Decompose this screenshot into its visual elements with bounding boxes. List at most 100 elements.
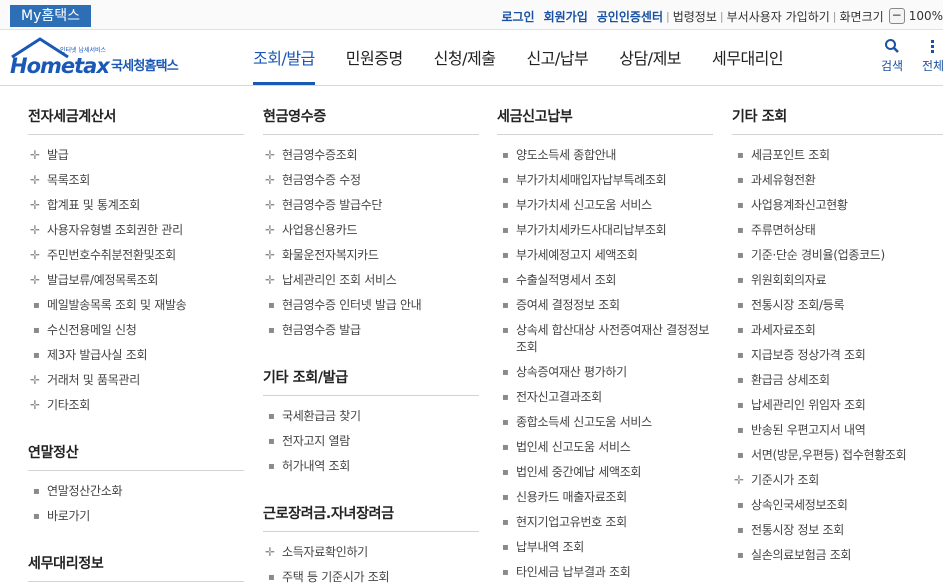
hometax-logo[interactable]: 인터넷 납세서비스 Hometax 국세청홈택스	[8, 35, 198, 79]
menu-item[interactable]: ▪ 현지기업고유번호 조회	[497, 510, 713, 535]
bullet-icon: ▪	[268, 461, 275, 472]
menu-item[interactable]: ▪ 부가가치세 신고도움 서비스	[497, 193, 713, 218]
menu-item[interactable]: ▪ 주택 등 기준시가 조회	[263, 565, 479, 583]
menu-item[interactable]: ▪ 위원회회의자료	[732, 268, 943, 293]
menu-item[interactable]: ✛ 현금영수증조회	[263, 143, 479, 168]
menu-section-title[interactable]: 기타 조회/발급	[263, 361, 479, 396]
menu-item[interactable]: ▪ 과세유형전환	[732, 168, 943, 193]
menu-item[interactable]: ▪ 증여세 결정정보 조회	[497, 293, 713, 318]
menu-item[interactable]: ▪ 전통시장 조회/등록	[732, 293, 943, 318]
menu-section-list: ✛ 발급 ✛ 목록조회 ✛ 합계표 및 통계조회 ✛ 사용자유형별 조회권한 관리 ✛ 주민번호수…	[28, 135, 244, 428]
menu-item[interactable]: ▪ 사업용계좌신고현황	[732, 193, 943, 218]
menu-item[interactable]: ▪ 현금영수증 발급	[263, 318, 479, 343]
myhome-button[interactable]: My홈택스	[10, 5, 91, 27]
nav-inquiry-issue[interactable]: 조회/발급	[253, 45, 315, 85]
menu-item[interactable]: ✛ 기타조회	[28, 393, 244, 418]
menu-item[interactable]: ✛ 사용자유형별 조회권한 관리	[28, 218, 244, 243]
bullet-icon: ▪	[33, 511, 40, 522]
menu-item[interactable]: ▪ 부가가치세카드사대리납부조회	[497, 218, 713, 243]
dept-user-signup-link[interactable]: 부서사용자 가입하기	[727, 8, 830, 25]
menu-item[interactable]: ▪ 타인세금 납부결과 조회	[497, 560, 713, 583]
menu-item[interactable]: ▪ 국세환급금 찾기	[263, 404, 479, 429]
menu-item[interactable]: ▪ 실손의료보험금 조회	[732, 543, 943, 568]
menu-item[interactable]: ▪ 현금영수증 인터넷 발급 안내	[263, 293, 479, 318]
menu-item[interactable]: ▪ 상속세 합산대상 사전증여재산 결정정보 조회	[497, 318, 713, 360]
menu-item[interactable]: ✛ 납세관리인 조회 서비스	[263, 268, 479, 293]
menu-item[interactable]: ✛ 목록조회	[28, 168, 244, 193]
menu-item[interactable]: ▪ 과세자료조회	[732, 318, 943, 343]
menu-item[interactable]: ▪ 세금포인트 조회	[732, 143, 943, 168]
menu-item[interactable]: ✛ 사업용신용카드	[263, 218, 479, 243]
menu-item[interactable]: ▪ 상속인국세정보조회	[732, 493, 943, 518]
search-label: 검색	[880, 59, 904, 73]
menu-item[interactable]: ▪ 법인세 중간예납 세액조회	[497, 460, 713, 485]
nav-tax-agent[interactable]: 세무대리인	[712, 45, 784, 75]
menu-item-label: 종합소득세 신고도움 서비스	[516, 415, 652, 429]
menu-item[interactable]: ▪ 환급금 상세조회	[732, 368, 943, 393]
nav-apply-submit[interactable]: 신청/제출	[434, 45, 496, 75]
menu-item[interactable]: ✛ 화물운전자복지카드	[263, 243, 479, 268]
menu-item[interactable]: ▪ 부가세예정고지 세액조회	[497, 243, 713, 268]
menu-item[interactable]: ▪ 종합소득세 신고도움 서비스	[497, 410, 713, 435]
menu-item[interactable]: ▪ 상속증여재산 평가하기	[497, 360, 713, 385]
menu-item[interactable]: ✛ 거래처 및 품목관리	[28, 368, 244, 393]
menu-item[interactable]: ▪ 지급보증 정상가격 조회	[732, 343, 943, 368]
menu-item[interactable]: ▪ 기준·단순 경비율(업종코드)	[732, 243, 943, 268]
menu-item[interactable]: ▪ 양도소득세 종합안내	[497, 143, 713, 168]
bullet-icon: ▪	[502, 417, 509, 428]
login-link[interactable]: 로그인	[501, 8, 534, 25]
cert-center-link[interactable]: 공인인증센터	[597, 8, 663, 25]
menu-item[interactable]: ▪ 허가내역 조회	[263, 454, 479, 479]
expand-plus-icon: ✛	[30, 248, 40, 262]
header-search[interactable]: 검색	[876, 38, 908, 74]
menu-item[interactable]: ▪ 수출실적명세서 조회	[497, 268, 713, 293]
menu-item-label: 신용카드 매출자료조회	[516, 490, 627, 504]
menu-item[interactable]: ✛ 발급	[28, 143, 244, 168]
menu-item[interactable]: ✛ 소득자료확인하기	[263, 540, 479, 565]
menu-item[interactable]: ▪ 전통시장 정보 조회	[732, 518, 943, 543]
menu-item[interactable]: ✛ 현금영수증 발급수단	[263, 193, 479, 218]
menu-item[interactable]: ▪ 바로가기	[28, 504, 244, 529]
header-all-menu[interactable]: 전체	[918, 38, 943, 74]
main-nav: 조회/발급 민원증명 신청/제출 신고/납부 상담/제보 세무대리인	[253, 45, 814, 85]
menu-section-title[interactable]: 전자세금계산서	[28, 100, 244, 135]
menu-item[interactable]: ▪ 전자고지 열람	[263, 429, 479, 454]
menu-section-title[interactable]: 연말정산	[28, 436, 244, 471]
menu-section-title[interactable]: 근로장려금.자녀장려금	[263, 497, 479, 532]
menu-item[interactable]: ✛ 주민번호수취분전환및조회	[28, 243, 244, 268]
bullet-icon: ▪	[502, 325, 509, 336]
menu-item[interactable]: ▪ 부가가치세매입자납부특례조회	[497, 168, 713, 193]
menu-item[interactable]: ▪ 법인세 신고도움 서비스	[497, 435, 713, 460]
zoom-out-button[interactable]: −	[888, 8, 905, 24]
menu-item[interactable]: ▪ 메일발송목록 조회 및 재발송	[28, 293, 244, 318]
menu-item-label: 현금영수증 인터넷 발급 안내	[282, 298, 422, 312]
menu-item[interactable]: ▪ 주류면허상태	[732, 218, 943, 243]
menu-item[interactable]: ▪ 반송된 우편고지서 내역	[732, 418, 943, 443]
menu-item[interactable]: ▪ 서면(방문,우편등) 접수현황조회	[732, 443, 943, 468]
menu-item[interactable]: ▪ 전자신고결과조회	[497, 385, 713, 410]
menu-item[interactable]: ▪ 신용카드 매출자료조회	[497, 485, 713, 510]
menu-item[interactable]: ▪ 납세관리인 위임자 조회	[732, 393, 943, 418]
menu-item[interactable]: ▪ 수신전용메일 신청	[28, 318, 244, 343]
bullet-icon: ▪	[502, 250, 509, 261]
menu-item[interactable]: ✛ 현금영수증 수정	[263, 168, 479, 193]
menu-item[interactable]: ✛ 발급보류/예정목록조회	[28, 268, 244, 293]
bullet-icon: ▪	[502, 367, 509, 378]
expand-plus-icon: ✛	[30, 273, 40, 287]
menu-item-label: 부가가치세 신고도움 서비스	[516, 198, 652, 212]
menu-item[interactable]: ✛ 기준시가 조회	[732, 468, 943, 493]
menu-item[interactable]: ✛ 합계표 및 통계조회	[28, 193, 244, 218]
signup-link[interactable]: 회원가입	[544, 8, 588, 25]
menu-section-title[interactable]: 세무대리정보	[28, 547, 244, 582]
nav-certificate[interactable]: 민원증명	[346, 45, 403, 75]
menu-section-title[interactable]: 현금영수증	[263, 100, 479, 135]
nav-report-pay[interactable]: 신고/납부	[526, 45, 588, 75]
law-info-link[interactable]: 법령정보	[673, 8, 717, 25]
menu-section-title[interactable]: 세금신고납부	[497, 100, 713, 135]
menu-item[interactable]: ▪ 연말정산간소화	[28, 479, 244, 504]
menu-section-title[interactable]: 기타 조회	[732, 100, 943, 135]
bullet-icon: ▪	[268, 300, 275, 311]
menu-item[interactable]: ▪ 제3자 발급사실 조회	[28, 343, 244, 368]
nav-consult[interactable]: 상담/제보	[619, 45, 681, 75]
menu-item[interactable]: ▪ 납부내역 조회	[497, 535, 713, 560]
